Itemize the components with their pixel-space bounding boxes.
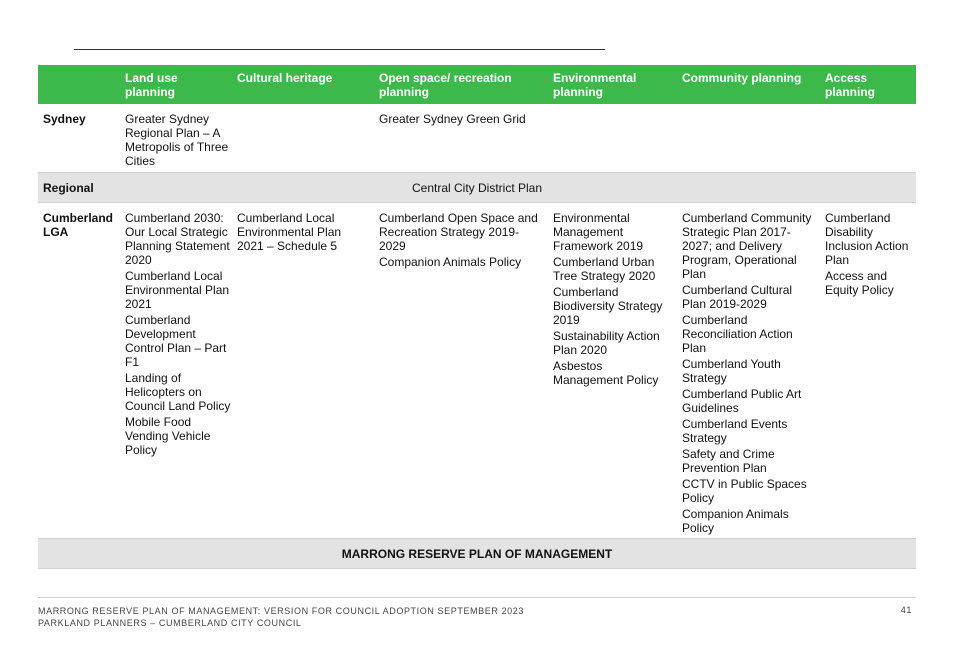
lga-open-space-cell: Cumberland Open Space and Recreation Str…: [379, 211, 544, 271]
policy-item: Cumberland Local Environmental Plan 2021…: [237, 211, 342, 253]
policy-item: Cumberland Urban Tree Strategy 2020: [553, 255, 656, 283]
policy-item: CCTV in Public Spaces Policy: [682, 477, 807, 505]
sydney-open-space-cell: Greater Sydney Green Grid: [379, 112, 544, 128]
policy-item: Environmental Management Framework 2019: [553, 211, 644, 253]
policy-item: Cumberland Events Strategy: [682, 417, 788, 445]
footer-line-1: MARRONG RESERVE PLAN OF MANAGEMENT: VERS…: [38, 606, 524, 616]
table-row-cumberland-lga: Cumberland LGA Cumberland 2030: Our Loca…: [38, 203, 916, 538]
policy-item: Safety and Crime Prevention Plan: [682, 447, 775, 475]
policy-item: Landing of Helicopters on Council Land P…: [125, 371, 231, 413]
policy-item: Cumberland Public Art Guidelines: [682, 387, 802, 415]
policy-item: Companion Animals Policy: [379, 255, 522, 269]
header-environmental: Environmental planning: [553, 71, 637, 99]
page-footer: MARRONG RESERVE PLAN OF MANAGEMENT: VERS…: [38, 605, 524, 629]
sydney-land-use-cell: Greater Sydney Regional Plan – A Metropo…: [125, 112, 233, 170]
footer-line-2: PARKLAND PLANNERS – CUMBERLAND CITY COUN…: [38, 618, 302, 628]
header-access: Access planning: [825, 71, 875, 99]
page-number: 41: [900, 605, 912, 615]
policy-item: Access and Equity Policy: [825, 269, 894, 297]
policy-item: Cumberland Youth Strategy: [682, 357, 781, 385]
row-label-sydney: Sydney: [43, 112, 86, 126]
policy-item: Cumberland 2030: Our Local Strategic Pla…: [125, 211, 230, 267]
policy-item: Sustainability Action Plan 2020: [553, 329, 660, 357]
policy-item: Cumberland Reconciliation Action Plan: [682, 313, 793, 355]
policy-item: Mobile Food Vending Vehicle Policy: [125, 415, 211, 457]
table-footer-band: MARRONG RESERVE PLAN OF MANAGEMENT: [38, 538, 916, 569]
policy-item: Cumberland Development Control Plan – Pa…: [125, 313, 227, 369]
policy-item: Cumberland Disability Inclusion Action P…: [825, 211, 909, 267]
lga-access-cell: Cumberland Disability Inclusion Action P…: [825, 211, 915, 299]
header-land-use: Land use planning: [125, 71, 178, 99]
policy-item: Greater Sydney Green Grid: [379, 112, 526, 126]
table-row-sydney: Sydney Greater Sydney Regional Plan – A …: [38, 104, 916, 172]
footer-rule: [38, 597, 916, 598]
row-label-cumberland-lga: Cumberland LGA: [43, 211, 114, 239]
policy-item: Cumberland Community Strategic Plan 2017…: [682, 211, 812, 281]
policy-item: Asbestos Management Policy: [553, 359, 659, 387]
planning-table: Land use planning Cultural heritage Open…: [38, 65, 916, 569]
table-row-regional: Regional Central City District Plan: [38, 172, 916, 203]
policy-item: Greater Sydney Regional Plan – A Metropo…: [125, 112, 229, 168]
policy-item: Cumberland Biodiversity Strategy 2019: [553, 285, 663, 327]
lga-environmental-cell: Environmental Management Framework 2019 C…: [553, 211, 671, 389]
header-cultural-heritage: Cultural heritage: [237, 71, 333, 85]
policy-item: Cumberland Local Environmental Plan 2021: [125, 269, 230, 311]
table-header-row: Land use planning Cultural heritage Open…: [38, 65, 916, 104]
header-open-space: Open space/ recreation planning: [379, 71, 512, 99]
regional-plan-text: Central City District Plan: [411, 181, 543, 195]
policy-item: Cumberland Cultural Plan 2019-2029: [682, 283, 793, 311]
lga-land-use-cell: Cumberland 2030: Our Local Strategic Pla…: [125, 211, 231, 459]
top-rule: [74, 49, 605, 50]
lga-cultural-cell: Cumberland Local Environmental Plan 2021…: [237, 211, 349, 255]
policy-item: Cumberland Open Space and Recreation Str…: [379, 211, 538, 253]
lga-community-cell: Cumberland Community Strategic Plan 2017…: [682, 211, 818, 537]
policy-item: Companion Animals Policy: [682, 507, 789, 535]
header-community: Community planning: [682, 71, 802, 85]
